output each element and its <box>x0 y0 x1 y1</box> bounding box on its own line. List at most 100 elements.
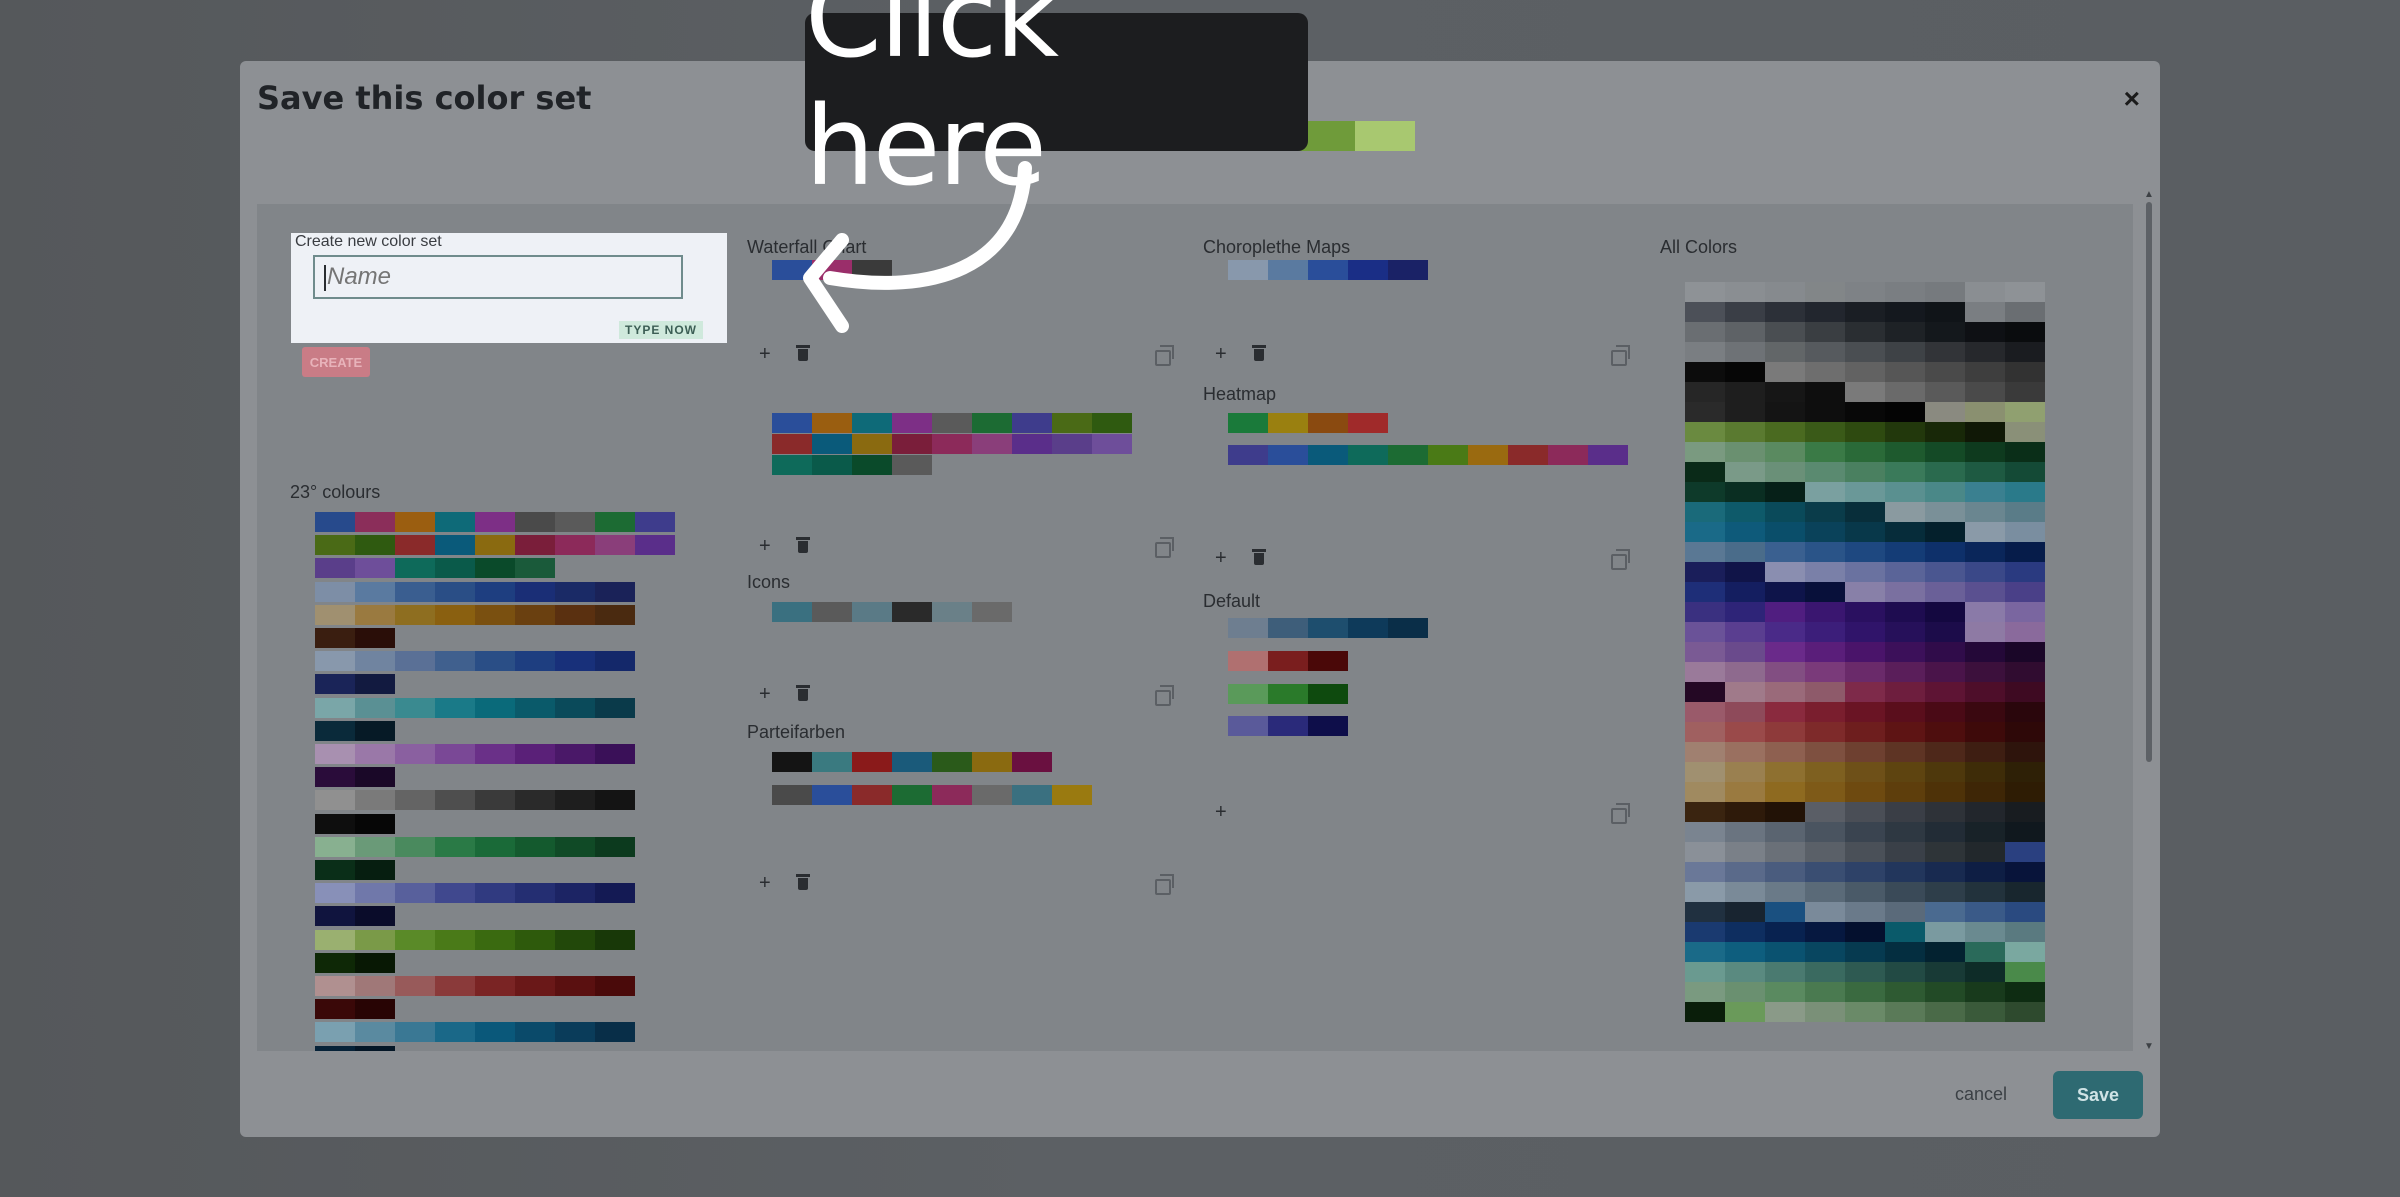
color-swatch[interactable] <box>555 836 595 857</box>
color-swatch[interactable] <box>1925 662 1965 682</box>
color-swatch[interactable] <box>395 790 435 811</box>
swatch-row[interactable] <box>315 604 635 625</box>
color-swatch[interactable] <box>1845 882 1885 902</box>
color-swatch[interactable] <box>1052 434 1092 454</box>
color-swatch[interactable] <box>812 434 852 454</box>
color-swatch[interactable] <box>1765 842 1805 862</box>
color-swatch[interactable] <box>555 512 595 532</box>
color-swatch[interactable] <box>1805 342 1845 362</box>
color-swatch[interactable] <box>315 860 355 880</box>
color-swatch[interactable] <box>475 512 515 532</box>
swatch-row[interactable] <box>315 976 635 996</box>
color-swatch[interactable] <box>315 628 355 648</box>
color-swatch[interactable] <box>1925 582 1965 602</box>
color-swatch[interactable] <box>475 535 515 556</box>
add-icon[interactable]: + <box>1215 548 1227 568</box>
color-swatch[interactable] <box>1925 1002 1965 1022</box>
color-swatch[interactable] <box>1308 413 1348 433</box>
color-swatch[interactable] <box>1965 402 2005 422</box>
color-swatch[interactable] <box>1885 282 1925 302</box>
color-swatch[interactable] <box>1765 422 1805 442</box>
color-swatch[interactable] <box>2005 1002 2045 1022</box>
color-swatch[interactable] <box>595 651 635 672</box>
color-swatch[interactable] <box>1685 842 1725 862</box>
color-swatch[interactable] <box>515 790 555 811</box>
color-swatch[interactable] <box>1765 682 1805 702</box>
color-swatch[interactable] <box>1348 413 1388 433</box>
add-icon[interactable]: + <box>759 684 771 704</box>
color-swatch[interactable] <box>1845 862 1885 882</box>
color-swatch[interactable] <box>1925 802 1965 822</box>
color-swatch[interactable] <box>1845 802 1885 822</box>
color-swatch[interactable] <box>1765 922 1805 942</box>
color-swatch[interactable] <box>1805 782 1845 802</box>
color-swatch[interactable] <box>1765 762 1805 782</box>
color-swatch[interactable] <box>1805 882 1845 902</box>
color-swatch[interactable] <box>1725 862 1765 882</box>
swatch-row[interactable] <box>315 906 395 927</box>
color-swatch[interactable] <box>1845 562 1885 582</box>
color-swatch[interactable] <box>1805 302 1845 322</box>
color-swatch[interactable] <box>1925 902 1965 922</box>
swatch-row[interactable] <box>315 836 635 857</box>
color-swatch[interactable] <box>932 413 972 433</box>
color-swatch[interactable] <box>1845 442 1885 462</box>
color-swatch[interactable] <box>1925 282 1965 302</box>
color-swatch[interactable] <box>2005 342 2045 362</box>
color-swatch[interactable] <box>1725 982 1765 1002</box>
color-swatch[interactable] <box>1885 662 1925 682</box>
color-swatch[interactable] <box>1885 462 1925 482</box>
color-swatch[interactable] <box>1845 502 1885 522</box>
color-swatch[interactable] <box>1885 882 1925 902</box>
color-swatch[interactable] <box>1845 382 1885 402</box>
color-swatch[interactable] <box>315 836 355 857</box>
color-swatch[interactable] <box>772 752 812 772</box>
color-swatch[interactable] <box>1348 260 1388 280</box>
color-swatch[interactable] <box>1765 862 1805 882</box>
color-swatch[interactable] <box>1725 722 1765 742</box>
color-swatch[interactable] <box>1885 822 1925 842</box>
color-swatch[interactable] <box>1925 502 1965 522</box>
color-swatch[interactable] <box>2005 762 2045 782</box>
color-swatch[interactable] <box>1685 862 1725 882</box>
color-swatch[interactable] <box>1845 902 1885 922</box>
color-swatch[interactable] <box>1845 962 1885 982</box>
color-swatch[interactable] <box>2005 482 2045 502</box>
color-swatch[interactable] <box>315 535 355 556</box>
color-swatch[interactable] <box>1845 842 1885 862</box>
color-swatch[interactable] <box>1885 702 1925 722</box>
color-swatch[interactable] <box>1765 362 1805 382</box>
color-swatch[interactable] <box>1965 442 2005 462</box>
color-swatch[interactable] <box>635 535 675 556</box>
color-swatch[interactable] <box>1885 742 1925 762</box>
color-swatch[interactable] <box>2005 522 2045 542</box>
color-swatch[interactable] <box>315 697 355 718</box>
swatch-row[interactable] <box>1228 260 1428 280</box>
color-swatch[interactable] <box>1725 962 1765 982</box>
color-swatch[interactable] <box>1228 618 1268 638</box>
color-swatch[interactable] <box>1685 942 1725 962</box>
scroll-up-icon[interactable]: ▲ <box>2144 190 2154 200</box>
color-swatch[interactable] <box>1228 445 1268 465</box>
color-swatch[interactable] <box>1805 482 1845 502</box>
color-swatch[interactable] <box>395 976 435 996</box>
color-swatch[interactable] <box>1885 402 1925 422</box>
color-swatch[interactable] <box>435 744 475 764</box>
copy-icon[interactable] <box>1155 874 1174 895</box>
add-icon[interactable]: + <box>1215 344 1227 364</box>
color-swatch[interactable] <box>812 413 852 433</box>
color-swatch[interactable] <box>515 558 555 579</box>
color-swatch[interactable] <box>355 1022 395 1043</box>
color-swatch[interactable] <box>1845 662 1885 682</box>
color-swatch[interactable] <box>932 785 972 805</box>
color-swatch[interactable] <box>1885 642 1925 662</box>
color-swatch[interactable] <box>1925 782 1965 802</box>
color-swatch[interactable] <box>1885 562 1925 582</box>
color-swatch[interactable] <box>1685 542 1725 562</box>
color-swatch[interactable] <box>1925 822 1965 842</box>
color-swatch[interactable] <box>1685 722 1725 742</box>
color-swatch[interactable] <box>2005 722 2045 742</box>
color-swatch[interactable] <box>475 697 515 718</box>
color-swatch[interactable] <box>1725 902 1765 922</box>
color-swatch[interactable] <box>1845 522 1885 542</box>
